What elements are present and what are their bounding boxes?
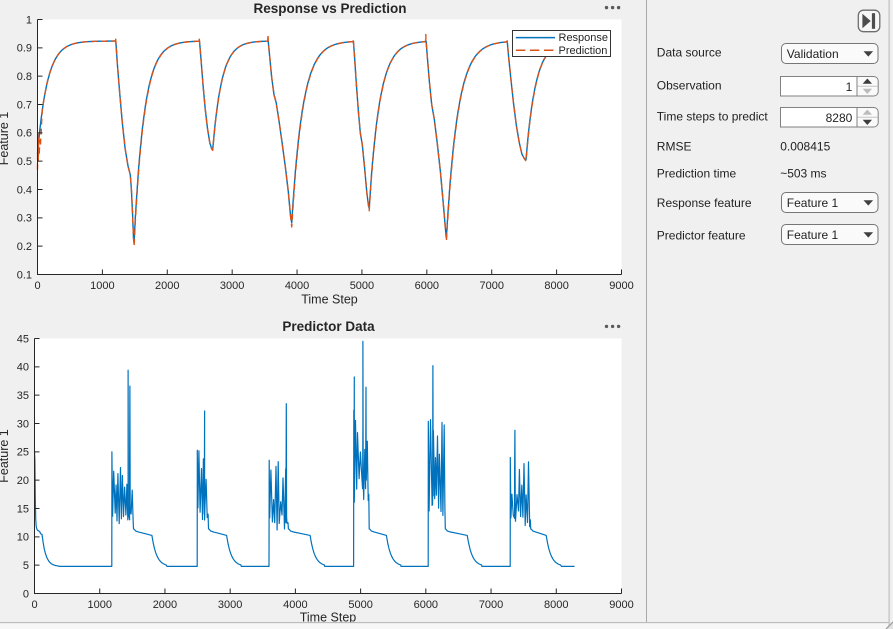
svg-text:10: 10: [17, 532, 29, 544]
svg-text:0: 0: [31, 599, 37, 611]
svg-text:Time steps to predict: Time steps to predict: [657, 109, 769, 123]
svg-text:0.1: 0.1: [17, 269, 32, 281]
svg-text:35: 35: [17, 390, 29, 402]
svg-text:Time Step: Time Step: [301, 293, 358, 307]
svg-text:0: 0: [23, 588, 29, 600]
svg-text:0.2: 0.2: [17, 241, 32, 253]
svg-text:Predictor feature: Predictor feature: [657, 229, 746, 243]
svg-text:Predictor Data: Predictor Data: [282, 319, 375, 334]
svg-text:4000: 4000: [283, 599, 307, 611]
svg-text:3000: 3000: [220, 280, 244, 292]
svg-text:20: 20: [17, 475, 29, 487]
svg-text:45: 45: [17, 333, 29, 345]
svg-text:2000: 2000: [155, 280, 179, 292]
svg-text:30: 30: [17, 418, 29, 430]
svg-text:Response feature: Response feature: [657, 196, 752, 210]
svg-text:Prediction time: Prediction time: [657, 166, 737, 180]
svg-text:Validation: Validation: [787, 47, 839, 61]
svg-text:Observation: Observation: [657, 78, 722, 92]
svg-text:40: 40: [17, 362, 29, 374]
svg-text:6000: 6000: [415, 280, 439, 292]
svg-text:3000: 3000: [218, 599, 242, 611]
svg-text:9000: 9000: [609, 599, 633, 611]
svg-text:1: 1: [846, 80, 853, 94]
svg-text:RMSE: RMSE: [657, 140, 692, 154]
svg-text:7000: 7000: [479, 599, 503, 611]
svg-text:9000: 9000: [609, 280, 633, 292]
svg-text:Feature 1: Feature 1: [787, 228, 839, 242]
svg-text:Feature 1: Feature 1: [787, 196, 839, 210]
svg-text:0.5: 0.5: [17, 156, 32, 168]
svg-text:2000: 2000: [153, 599, 177, 611]
svg-text:Prediction: Prediction: [559, 45, 608, 57]
svg-text:Data source: Data source: [657, 45, 722, 59]
svg-text:Response: Response: [559, 32, 609, 44]
svg-text:Feature 1: Feature 1: [0, 112, 11, 166]
svg-text:Response vs Prediction: Response vs Prediction: [253, 1, 406, 16]
svg-text:5000: 5000: [348, 599, 372, 611]
svg-text:0.3: 0.3: [17, 213, 32, 225]
svg-text:8000: 8000: [544, 280, 568, 292]
svg-text:0.4: 0.4: [17, 184, 32, 196]
svg-text:0.9: 0.9: [17, 43, 32, 55]
svg-text:0.008415: 0.008415: [780, 140, 830, 154]
svg-text:5000: 5000: [350, 280, 374, 292]
svg-text:1000: 1000: [87, 599, 111, 611]
svg-text:0.7: 0.7: [17, 99, 32, 111]
svg-text:0.6: 0.6: [17, 128, 32, 140]
svg-text:7000: 7000: [479, 280, 503, 292]
svg-text:6000: 6000: [414, 599, 438, 611]
svg-text:4000: 4000: [285, 280, 309, 292]
svg-text:~503 ms: ~503 ms: [780, 166, 826, 180]
svg-text:5: 5: [23, 560, 29, 572]
svg-text:Feature 1: Feature 1: [0, 429, 11, 483]
svg-text:25: 25: [17, 447, 29, 459]
svg-text:0.8: 0.8: [17, 71, 32, 83]
svg-text:8280: 8280: [826, 111, 853, 125]
svg-text:15: 15: [17, 503, 29, 515]
svg-text:0: 0: [34, 280, 40, 292]
svg-text:1: 1: [26, 14, 32, 26]
svg-text:1000: 1000: [90, 280, 114, 292]
svg-text:8000: 8000: [544, 599, 568, 611]
